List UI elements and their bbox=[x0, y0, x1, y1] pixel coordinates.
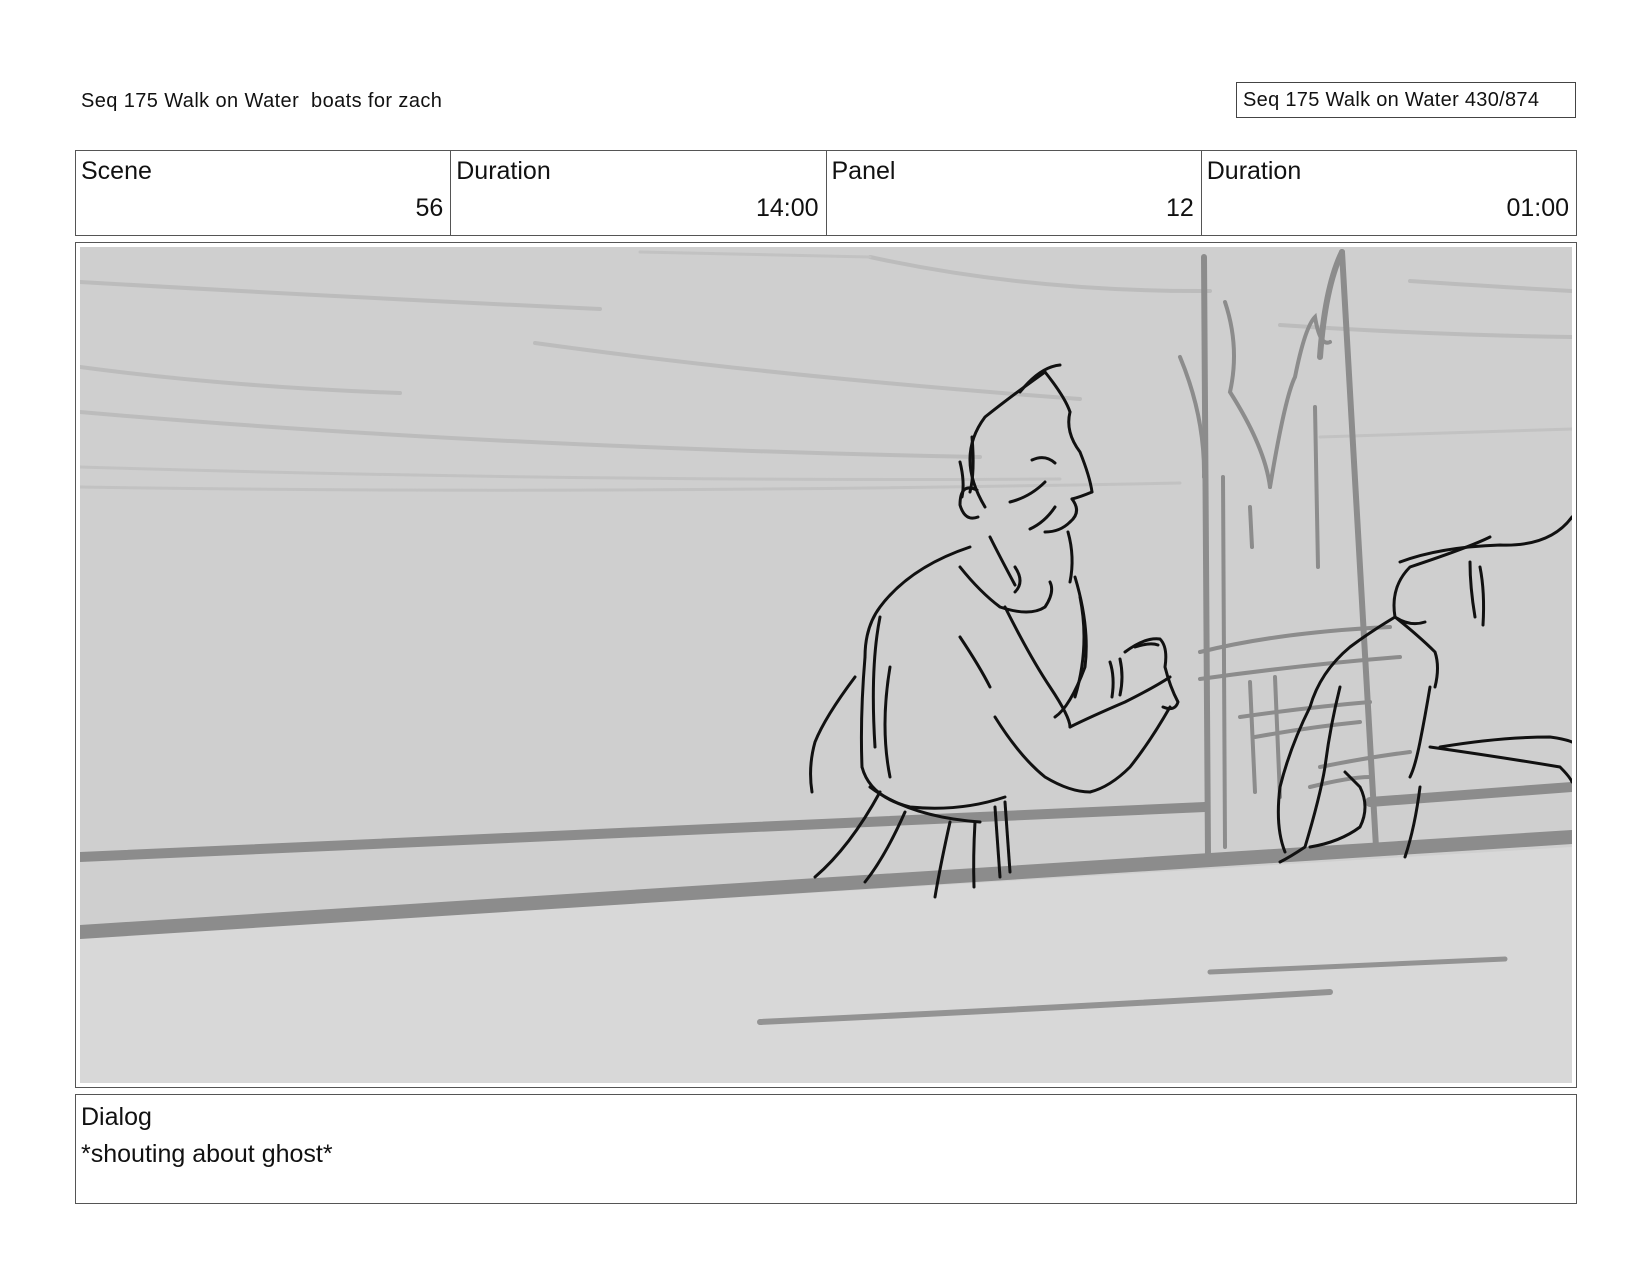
storyboard-sketch bbox=[80, 247, 1572, 1083]
panel-label: Panel bbox=[831, 157, 896, 185]
panel-cell: Panel 12 bbox=[827, 151, 1202, 235]
dialog-text: *shouting about ghost* bbox=[81, 1140, 333, 1168]
sequence-title: Seq 175 Walk on Water boats for zach bbox=[81, 90, 443, 112]
panel-duration-label: Duration bbox=[1206, 157, 1302, 185]
scene-value: 56 bbox=[415, 194, 444, 222]
scene-label: Scene bbox=[81, 157, 152, 185]
storyboard-panel-frame bbox=[75, 242, 1577, 1088]
scene-duration-label: Duration bbox=[456, 157, 551, 185]
panel-duration-cell: Duration 01:00 bbox=[1202, 151, 1576, 235]
panel-duration-value: 01:00 bbox=[1506, 194, 1569, 222]
dialog-box: Dialog *shouting about ghost* bbox=[75, 1094, 1577, 1204]
dialog-label: Dialog bbox=[81, 1103, 152, 1131]
panel-value: 12 bbox=[1165, 194, 1194, 222]
scene-info-table: Scene 56 Duration 14:00 Panel 12 Duratio… bbox=[75, 150, 1577, 236]
page-info-box: Seq 175 Walk on Water 430/874 bbox=[1236, 82, 1576, 118]
scene-duration-cell: Duration 14:00 bbox=[451, 151, 827, 235]
scene-cell: Scene 56 bbox=[76, 151, 452, 235]
scene-duration-value: 14:00 bbox=[755, 194, 819, 222]
